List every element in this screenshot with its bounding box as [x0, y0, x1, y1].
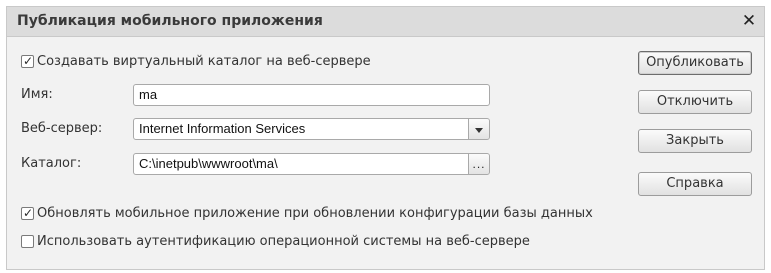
help-button[interactable]: Справка — [638, 172, 752, 196]
publish-button[interactable]: Опубликовать — [638, 51, 752, 75]
catalog-value: C:\inetpub\wwwroot\ma\ — [139, 156, 278, 171]
update-mobile-app-option[interactable]: ✓ Обновлять мобильное приложение при обн… — [21, 204, 593, 222]
web-server-select[interactable]: Internet Information Services — [133, 118, 490, 140]
catalog-field[interactable]: C:\inetpub\wwwroot\ma\ ... — [133, 153, 490, 175]
web-server-label: Веб-сервер: — [21, 121, 103, 136]
close-icon[interactable]: ✕ — [738, 10, 760, 32]
dialog-title: Публикация мобильного приложения — [17, 13, 323, 29]
use-os-auth-label: Использовать аутентификацию операционной… — [37, 233, 530, 249]
web-server-value: Internet Information Services — [139, 121, 306, 136]
name-value: ma — [139, 87, 158, 102]
checkmark-icon: ✓ — [22, 53, 34, 68]
catalog-browse-button[interactable]: ... — [468, 154, 489, 174]
create-virtual-catalog-checkbox[interactable]: ✓ — [21, 53, 34, 68]
name-label: Имя: — [21, 87, 53, 102]
update-mobile-app-checkbox[interactable]: ✓ — [21, 205, 34, 220]
catalog-label: Каталог: — [21, 156, 82, 171]
chevron-down-icon — [475, 128, 483, 133]
close-button[interactable]: Закрыть — [638, 129, 752, 153]
use-os-auth-checkbox[interactable] — [21, 234, 34, 248]
publish-mobile-app-dialog: Публикация мобильного приложения ✕ ✓ Соз… — [6, 6, 765, 270]
checkmark-icon: ✓ — [22, 205, 34, 220]
create-virtual-catalog-option[interactable]: ✓ Создавать виртуальный каталог на веб-с… — [21, 52, 371, 70]
web-server-dropdown-button[interactable] — [468, 119, 489, 139]
title-bar: Публикация мобильного приложения ✕ — [7, 7, 764, 37]
create-virtual-catalog-label: Создавать виртуальный каталог на веб-сер… — [37, 53, 371, 69]
use-os-auth-option[interactable]: Использовать аутентификацию операционной… — [21, 232, 530, 250]
update-mobile-app-label: Обновлять мобильное приложение при обнов… — [37, 205, 593, 221]
name-field[interactable]: ma — [133, 84, 490, 106]
browse-label: ... — [472, 157, 486, 171]
disable-button[interactable]: Отключить — [638, 90, 752, 114]
